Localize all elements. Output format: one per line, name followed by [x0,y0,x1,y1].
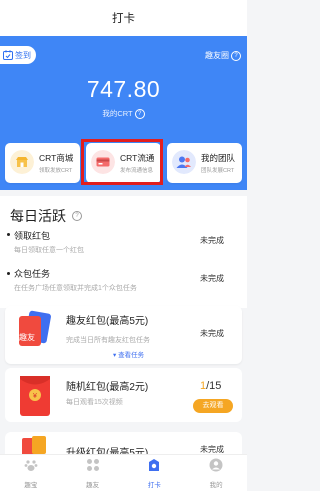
page-title: 打卡 [112,13,135,25]
tab-quyou[interactable]: 趣友 [62,458,124,489]
tab-label: 趣友 [86,482,100,489]
view-tasks-label: 查看任务 [118,352,145,359]
task-title: 领取红包 [14,231,51,241]
task-desc: 每日领取任意一个红包 [14,247,84,254]
view-tasks-link[interactable]: ▾ 查看任务 [113,349,144,359]
tab-label: 趣宝 [24,482,38,489]
grid-icon [86,459,99,471]
checkin-label: 签到 [15,50,31,60]
card-subtitle: 领取发放CRT [39,168,73,174]
friend-circle-link[interactable]: 趣友圈 ? [205,50,241,61]
bullet [7,233,10,236]
redpacket-title: 随机红包(最高2元) [66,382,149,393]
task-desc: 在任务广场任意领取并完成1个众包任务 [14,285,137,292]
task-title: 众包任务 [14,269,51,279]
my-crt-label: 我的CRT [102,109,133,118]
progress-total: /15 [206,380,222,392]
crt-balance: 747.80 [86,76,161,102]
chevron-down-icon: ▾ [113,352,117,359]
crt-mall-card[interactable]: CRT商城 领取发放CRT [5,143,80,183]
tab-label: 打卡 [147,482,161,489]
redpacket-progress: 1/15 [200,380,221,392]
redpacket-desc: 完成当日所有趣友红包任务 [66,337,150,344]
crt-mall-icon [10,150,34,174]
redpacket-status: 未完成 [200,329,224,338]
section-title: 每日活跃 [10,208,66,224]
task-status: 未完成 [200,236,224,245]
calendar-icon [3,50,13,60]
paw-icon [24,460,38,471]
redpacket-badge: 趣友 [19,333,35,342]
bullet [7,272,10,275]
card-title: CRT商城 [39,153,74,163]
card-title: 我的团队 [201,153,236,163]
task-status: 未完成 [200,274,224,283]
redpacket-desc: 每日观看15次视频 [66,399,123,406]
tab-daka[interactable]: 打卡 [124,458,186,489]
clock-in-icon [149,459,160,471]
watch-button[interactable]: 去观看 [193,399,233,413]
friend-circle-label: 趣友圈 [205,51,229,60]
help-icon: ? [231,50,241,61]
highlight-box [81,139,163,185]
tab-qubao[interactable]: 趣宝 [0,458,62,489]
team-icon [172,150,196,174]
my-crt-row[interactable]: 我的CRT ? [0,108,247,119]
help-icon: ? [134,108,145,119]
tab-label: 我的 [209,482,223,489]
top-bar: 打卡 [0,0,247,36]
daily-activity-title-row: 每日活跃 ? [10,206,82,226]
card-subtitle: 团队发展CRT [201,168,235,174]
upgrade-redpacket-icon [22,436,46,456]
svg-text:¥: ¥ [33,393,37,400]
random-redpacket-icon: ¥ [20,376,50,416]
my-team-card[interactable]: 我的团队 团队发展CRT [167,143,242,183]
help-icon: ? [72,211,82,221]
user-icon [209,458,223,472]
checkin-button[interactable]: 签到 [0,46,36,64]
redpacket-title: 趣友红包(最高5元) [66,316,149,327]
tab-mine[interactable]: 我的 [185,458,247,489]
